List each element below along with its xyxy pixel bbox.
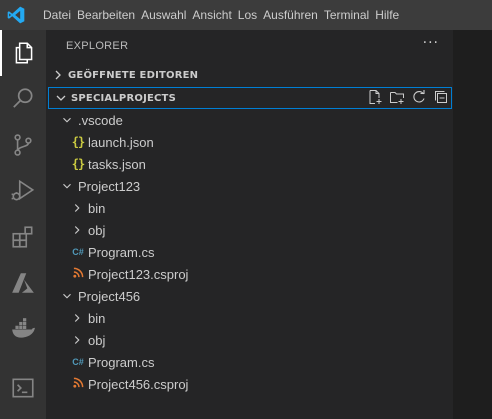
menu-terminal[interactable]: Terminal [321, 0, 372, 30]
tree-folder[interactable]: bin [46, 307, 477, 329]
csproj-file-icon [70, 377, 86, 391]
menu-bar: Datei Bearbeiten Auswahl Ansicht Los Aus… [40, 0, 402, 30]
menu-edit[interactable]: Bearbeiten [74, 0, 138, 30]
tree-item-label: launch.json [88, 134, 154, 150]
extensions-icon [12, 226, 33, 248]
tree-item-label: Project123.csproj [88, 266, 189, 282]
tree-file[interactable]: {} launch.json [46, 131, 477, 153]
activity-bar [0, 30, 46, 419]
tree-item-label: Project456.csproj [88, 376, 189, 392]
tree-folder[interactable]: Project123 [46, 175, 467, 197]
explorer-title: EXPLORER [66, 40, 129, 52]
chevron-right-icon [74, 314, 80, 322]
search-icon [13, 88, 33, 108]
explorer-sidebar: EXPLORER ··· GEÖFFNETE EDITOREN SPECIALP… [46, 30, 453, 419]
activity-docker[interactable] [0, 306, 46, 352]
tree-file[interactable]: C# Program.cs [46, 351, 477, 373]
tree-file[interactable]: {} tasks.json [46, 153, 477, 175]
chevron-right-icon [74, 226, 80, 234]
menu-run[interactable]: Ausführen [260, 0, 321, 30]
folder-title: SPECIALPROJECTS [71, 92, 176, 104]
chevron-down-icon [63, 117, 71, 123]
terminal-icon [12, 378, 34, 398]
editor-area [453, 30, 492, 419]
tree-item-label: Program.cs [88, 354, 155, 370]
title-bar: Datei Bearbeiten Auswahl Ansicht Los Aus… [0, 0, 492, 30]
menu-view[interactable]: Ansicht [189, 0, 234, 30]
tree-folder[interactable]: bin [46, 197, 477, 219]
menu-go[interactable]: Los [235, 0, 260, 30]
chevron-down-icon [56, 95, 66, 101]
tree-folder[interactable]: obj [46, 219, 477, 241]
activity-source-control[interactable] [0, 122, 46, 168]
tree-file[interactable]: Project456.csproj [46, 373, 477, 395]
chevron-right-icon [74, 204, 80, 212]
more-actions-icon[interactable]: ··· [423, 36, 439, 50]
new-file-icon[interactable] [367, 89, 383, 105]
tree-folder[interactable]: Project456 [46, 285, 467, 307]
tree-item-label: obj [88, 222, 106, 238]
activity-search[interactable] [0, 76, 46, 122]
csharp-file-icon: C# [72, 247, 84, 257]
activity-terminal[interactable] [0, 365, 46, 411]
explorer-icon [15, 42, 33, 64]
open-editors-section[interactable]: GEÖFFNETE EDITOREN [46, 64, 453, 86]
activity-azure[interactable] [0, 260, 46, 306]
new-folder-icon[interactable] [389, 89, 405, 105]
chevron-right-icon [55, 70, 61, 80]
csharp-file-icon: C# [72, 357, 84, 367]
chevron-down-icon [63, 183, 71, 189]
json-file-icon: {} [71, 157, 85, 171]
activity-explorer[interactable] [0, 30, 46, 76]
activity-extensions[interactable] [0, 214, 46, 260]
tree-item-label: .vscode [78, 112, 123, 128]
refresh-icon[interactable] [411, 89, 427, 105]
tree-folder[interactable]: .vscode [46, 109, 467, 131]
menu-file[interactable]: Datei [40, 0, 74, 30]
chevron-down-icon [63, 293, 71, 299]
folder-section-header[interactable]: SPECIALPROJECTS [48, 87, 452, 109]
json-file-icon: {} [71, 135, 85, 149]
tree-item-label: bin [88, 200, 106, 216]
activity-run-debug[interactable] [0, 168, 46, 214]
open-editors-title: GEÖFFNETE EDITOREN [68, 69, 199, 81]
azure-icon [12, 273, 34, 293]
tree-folder[interactable]: obj [46, 329, 477, 351]
source-control-icon [14, 134, 32, 156]
menu-selection[interactable]: Auswahl [138, 0, 189, 30]
menu-help[interactable]: Hilfe [372, 0, 402, 30]
csproj-file-icon [70, 267, 86, 281]
tree-item-label: Project456 [78, 288, 141, 304]
tree-item-label: bin [88, 310, 106, 326]
tree-item-label: Project123 [78, 178, 141, 194]
tree-file[interactable]: C# Program.cs [46, 241, 477, 263]
folder-actions [367, 89, 449, 105]
docker-icon [12, 318, 35, 338]
tree-file[interactable]: Project123.csproj [46, 263, 477, 285]
chevron-right-icon [74, 336, 80, 344]
tree-item-label: obj [88, 332, 106, 348]
tree-item-label: tasks.json [88, 156, 146, 172]
run-debug-icon [11, 179, 35, 201]
collapse-all-icon[interactable] [433, 89, 449, 105]
tree-item-label: Program.cs [88, 244, 155, 260]
vscode-logo-icon[interactable] [6, 5, 26, 25]
